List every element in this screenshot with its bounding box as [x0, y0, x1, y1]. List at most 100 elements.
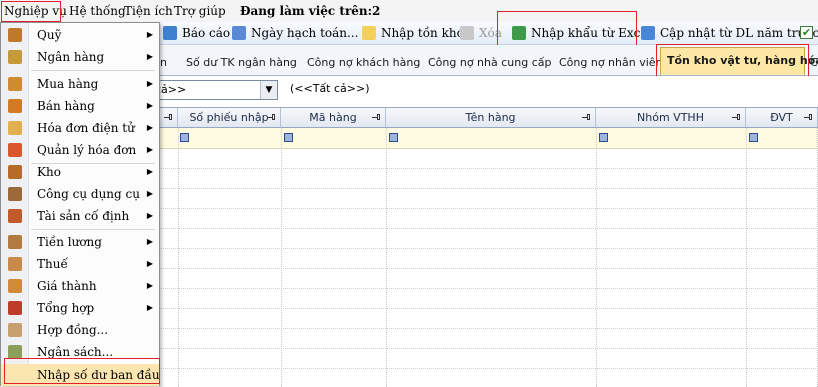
column-label: Mã hàng	[309, 111, 357, 124]
menu-item-nhap-so-du-ban-dau[interactable]: Nhập số dư ban đầu	[1, 364, 160, 386]
submenu-arrow-icon: ▶	[146, 167, 153, 176]
e-invoice-icon	[8, 121, 22, 135]
posting-date-button[interactable]: Ngày hạch toán...	[232, 23, 358, 43]
data-grid: Số phiếu nhập Mã hàng Tên hàng Nhóm VTHH…	[150, 107, 818, 387]
tab-partial-right[interactable]: C	[810, 51, 818, 75]
column-label: Tên hàng	[465, 111, 516, 124]
column-header-dvt[interactable]: ĐVT	[746, 108, 818, 128]
submenu-arrow-icon: ▶	[146, 30, 153, 39]
tab-employee-debt[interactable]: Công nợ nhân viên	[559, 51, 663, 75]
filter-condition-button[interactable]	[389, 133, 398, 142]
menu-item-cong-cu-dung-cu[interactable]: Công cụ dụng cụ ▶	[1, 183, 159, 205]
salary-icon	[8, 235, 22, 249]
submenu-arrow-icon: ▶	[146, 259, 153, 268]
pin-icon[interactable]	[164, 113, 173, 122]
workday-value: 2	[372, 4, 381, 18]
budget-icon	[8, 345, 22, 359]
menu-item-tong-hop[interactable]: Tổng hợp ▶	[1, 297, 159, 319]
tab-supplier-debt[interactable]: Công nợ nhà cung cấp	[428, 51, 551, 75]
fixed-assets-icon	[8, 209, 22, 223]
category-select[interactable]: cả>> ▼	[150, 80, 278, 100]
invoice-management-icon	[8, 143, 22, 157]
submenu-arrow-icon: ▶	[146, 123, 153, 132]
submenu-arrow-icon: ▶	[146, 303, 153, 312]
bank-icon	[8, 50, 22, 64]
delete-label: Xóa	[479, 26, 502, 40]
import-stock-label: Nhập tồn kho	[381, 26, 464, 40]
column-header-so-phieu-nhap[interactable]: Số phiếu nhập	[178, 108, 281, 128]
tax-icon	[8, 257, 22, 271]
pin-icon[interactable]	[582, 113, 591, 122]
pin-icon[interactable]	[372, 113, 381, 122]
column-label: Số phiếu nhập	[189, 111, 269, 124]
report-label: Báo cáo	[182, 26, 231, 40]
submenu-arrow-icon: ▶	[146, 79, 153, 88]
tools-icon	[8, 187, 22, 201]
submenu-arrow-icon: ▶	[146, 101, 153, 110]
update-prev-year-label: Cập nhật từ DL năm trước	[660, 26, 818, 40]
filter-condition-button[interactable]	[749, 133, 758, 142]
sales-icon	[8, 99, 22, 113]
column-header-ma-hang[interactable]: Mã hàng	[281, 108, 386, 128]
posting-date-label: Ngày hạch toán...	[251, 26, 359, 40]
menu-item-mua-hang[interactable]: Mua hàng ▶	[1, 73, 159, 95]
column-label: ĐVT	[770, 111, 793, 124]
submenu-arrow-icon: ▶	[146, 281, 153, 290]
warehouse-icon	[8, 165, 22, 179]
menu-item-tai-san-co-dinh[interactable]: Tài sản cố định ▶	[1, 205, 159, 227]
menu-item-ngan-hang[interactable]: Ngân hàng ▶	[1, 46, 159, 68]
delete-button[interactable]: Xóa	[460, 23, 502, 43]
menu-item-gia-thanh[interactable]: Giá thành ▶	[1, 275, 159, 297]
menu-item-ngan-sach[interactable]: Ngân sách...	[1, 341, 159, 363]
column-label: Nhóm VTHH	[637, 111, 704, 124]
import-excel-button[interactable]: Nhập khẩu từ Excel	[512, 23, 651, 43]
submenu-arrow-icon: ▶	[146, 237, 153, 246]
menu-item-hop-dong[interactable]: Hợp đồng...	[1, 319, 159, 341]
import-stock-button[interactable]: Nhập tồn kho	[362, 23, 464, 43]
summary-book-icon	[8, 301, 22, 315]
document-import-icon	[362, 26, 376, 40]
update-prev-year-button[interactable]: Cập nhật từ DL năm trước	[641, 23, 818, 43]
menu-item-thue[interactable]: Thuế ▶	[1, 253, 159, 275]
column-header-ten-hang[interactable]: Tên hàng	[386, 108, 596, 128]
column-header-nhom-vthh[interactable]: Nhóm VTHH	[596, 108, 746, 128]
tab-customer-debt[interactable]: Công nợ khách hàng	[307, 51, 420, 75]
import-excel-label: Nhập khẩu từ Excel	[531, 26, 652, 40]
report-button[interactable]: Báo cáo	[163, 23, 230, 43]
menu-tro-giup[interactable]: Trợ giúp	[174, 2, 226, 20]
tab-bank-balance[interactable]: Số dư TK ngân hàng	[186, 51, 297, 75]
menu-nghiep-vu[interactable]: Nghiệp vụ	[4, 2, 67, 20]
delete-icon	[460, 26, 474, 40]
menu-item-quan-ly-hoa-don[interactable]: Quản lý hóa đơn ▶	[1, 139, 159, 161]
grid-filter-row	[150, 128, 818, 149]
menu-tien-ich[interactable]: Tiện ích	[124, 2, 173, 20]
pin-icon[interactable]	[267, 113, 276, 122]
cost-price-icon	[8, 279, 22, 293]
contract-icon	[8, 323, 22, 337]
filter-condition-button[interactable]	[284, 133, 293, 142]
workday-label: Đang làm việc trên:	[240, 4, 373, 18]
report-icon	[163, 26, 177, 40]
menu-item-kho[interactable]: Kho ▶	[1, 161, 159, 183]
menu-item-ban-hang[interactable]: Bán hàng ▶	[1, 95, 159, 117]
chevron-down-icon[interactable]: ▼	[260, 81, 277, 99]
excel-import-icon	[512, 26, 526, 40]
pin-icon[interactable]	[732, 113, 741, 122]
submenu-arrow-icon: ▶	[146, 211, 153, 220]
menu-item-hoa-don-dien-tu[interactable]: Hóa đơn điện tử ▶	[1, 117, 159, 139]
filter-condition-button[interactable]	[599, 133, 608, 142]
cash-box-icon	[8, 28, 22, 42]
menu-he-thong[interactable]: Hệ thống	[69, 2, 126, 20]
filter-condition-button[interactable]	[180, 133, 189, 142]
nghiep-vu-dropdown-menu: Quỹ ▶ Ngân hàng ▶ Mua hàng ▶ Bán hàng ▶ …	[0, 22, 160, 386]
tab-inventory[interactable]: Tồn kho vật tư, hàng hóa	[660, 47, 818, 75]
purchase-icon	[8, 77, 22, 91]
menu-item-quy[interactable]: Quỹ ▶	[1, 24, 159, 46]
check-icon[interactable]: ✔	[800, 26, 813, 39]
pin-icon[interactable]	[804, 113, 813, 122]
submenu-arrow-icon: ▶	[146, 189, 153, 198]
submenu-arrow-icon: ▶	[146, 145, 153, 154]
tab-partial-left[interactable]: n	[160, 51, 167, 75]
menu-bar: Nghiệp vụ Hệ thống Tiện ích Trợ giúp Đan…	[0, 0, 818, 23]
menu-item-tien-luong[interactable]: Tiền lương ▶	[1, 231, 159, 253]
